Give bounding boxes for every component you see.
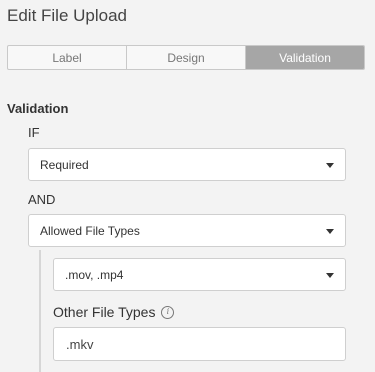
allowed-file-types-select[interactable]: .mov, .mp4 bbox=[53, 258, 346, 291]
nesting-indicator bbox=[39, 250, 41, 372]
chevron-down-icon bbox=[326, 228, 334, 234]
and-condition-value: Allowed File Types bbox=[40, 223, 140, 238]
and-condition-select[interactable]: Allowed File Types bbox=[28, 214, 346, 247]
tab-validation[interactable]: Validation bbox=[245, 46, 364, 69]
tab-bar: Label Design Validation bbox=[7, 45, 365, 70]
allowed-file-types-value: .mov, .mp4 bbox=[65, 267, 124, 282]
other-file-types-input[interactable] bbox=[53, 327, 346, 361]
if-condition-value: Required bbox=[40, 157, 89, 172]
if-condition-select[interactable]: Required bbox=[28, 148, 346, 181]
tab-design[interactable]: Design bbox=[126, 46, 245, 69]
if-keyword: IF bbox=[28, 125, 40, 140]
other-file-types-label: Other File Types i bbox=[53, 304, 175, 320]
and-keyword: AND bbox=[28, 192, 56, 207]
other-file-types-label-text: Other File Types bbox=[53, 304, 156, 320]
tab-label[interactable]: Label bbox=[8, 46, 126, 69]
chevron-down-icon bbox=[326, 162, 334, 168]
panel-title: Edit File Upload bbox=[7, 6, 128, 25]
info-icon[interactable]: i bbox=[161, 305, 175, 319]
chevron-down-icon bbox=[326, 272, 334, 278]
validation-heading: Validation bbox=[7, 101, 69, 116]
